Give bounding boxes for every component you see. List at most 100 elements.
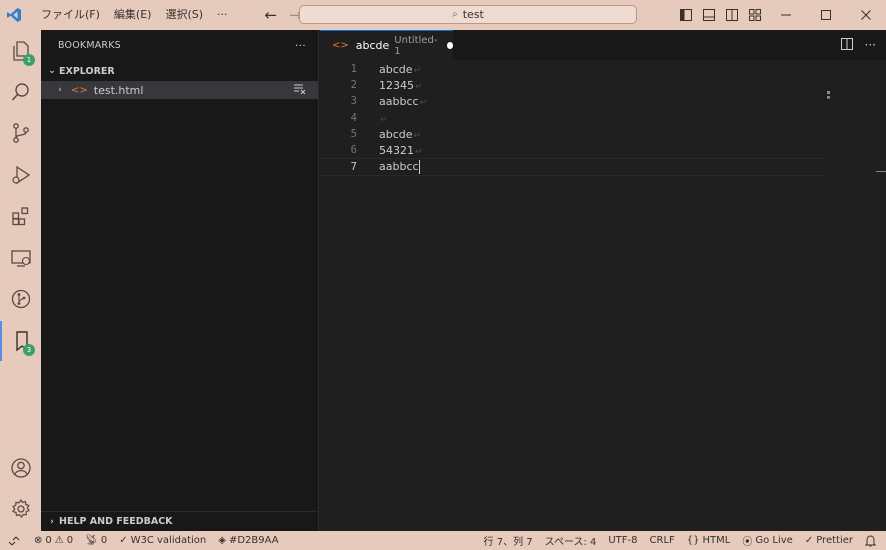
line-text: aabbcc↵ — [379, 94, 428, 108]
code-editor[interactable]: 1 abcde↵ 2 12345↵ 3 aabbcc↵ 4 ↵ 5 abcde↵… — [320, 60, 886, 531]
line-number: 2 — [350, 79, 357, 91]
color-value: #D2B9AA — [228, 535, 279, 546]
extensions-icon[interactable] — [0, 196, 41, 236]
account-icon[interactable] — [0, 448, 41, 488]
sidebar-more-button[interactable]: ··· — [295, 39, 306, 52]
go-live-button[interactable]: ⦿ Go Live — [736, 533, 798, 548]
color-indicator[interactable]: ◈ #D2B9AA — [212, 535, 284, 546]
code-line: 2 12345↵ — [320, 77, 824, 93]
encoding[interactable]: UTF-8 — [602, 535, 643, 546]
maximize-icon[interactable] — [806, 0, 846, 30]
code-line: 3 aabbcc↵ — [320, 93, 824, 109]
bookmarks-icon[interactable]: 3 — [0, 321, 41, 361]
go-live-label: Go Live — [755, 535, 793, 546]
bookmarks-badge: 3 — [23, 344, 35, 356]
cursor-position[interactable]: 行 7、列 7 — [478, 533, 539, 548]
unsaved-dot-icon[interactable] — [446, 42, 453, 49]
tab-label: abcde — [355, 39, 390, 52]
prettier-button[interactable]: ✓ Prettier — [799, 535, 859, 546]
settings-gear-icon[interactable] — [0, 489, 41, 529]
sidebar: BOOKMARKS ··· ⌄ EXPLORER › <> test.html … — [41, 30, 319, 531]
toggle-primary-sidebar-icon[interactable] — [674, 0, 697, 30]
line-number: 5 — [350, 128, 357, 140]
more-actions-icon[interactable]: ··· — [865, 38, 876, 52]
ports-count: 0 — [100, 535, 108, 546]
line-text: aabbcc — [379, 160, 420, 174]
explorer-section-header[interactable]: ⌄ EXPLORER — [41, 61, 318, 81]
help-feedback-section-header[interactable]: › HELP AND FEEDBACK — [41, 511, 319, 531]
warning-icon: ⚠ — [54, 535, 64, 546]
broadcast-icon: 📡︎ — [85, 535, 98, 546]
line-ending[interactable]: CRLF — [644, 535, 681, 546]
vscode-window: ファイル(F) 編集(E) 選択(S) ··· ← → ⌕ test 1 3 B… — [0, 0, 886, 550]
code-line: 1 abcde↵ — [320, 61, 824, 77]
run-debug-icon[interactable] — [0, 155, 41, 195]
editor-group: <> abcde Untitled-1 ··· 1 abcde↵ 2 12345… — [320, 30, 886, 531]
line-text: ↵ — [380, 114, 388, 125]
source-control-icon[interactable] — [0, 113, 41, 153]
split-editor-icon[interactable] — [840, 37, 853, 53]
tab-description: Untitled-1 — [394, 34, 438, 57]
line-number: 3 — [350, 95, 357, 107]
chevron-right-icon: › — [58, 85, 62, 95]
search-icon[interactable] — [0, 72, 41, 112]
menu-more[interactable]: ··· — [210, 0, 235, 30]
chevron-down-icon: ⌄ — [48, 66, 56, 76]
remote-indicator-icon[interactable] — [0, 531, 28, 550]
vscode-logo-icon — [0, 0, 28, 30]
title-bar-controls — [674, 0, 886, 30]
help-feedback-label: HELP AND FEEDBACK — [59, 516, 173, 527]
command-center-search[interactable]: ⌕ test — [299, 5, 637, 24]
search-text: test — [462, 8, 484, 21]
line-number: 1 — [350, 63, 357, 75]
nav-buttons: ← → — [265, 6, 302, 24]
minimize-icon[interactable] — [766, 0, 806, 30]
toggle-secondary-sidebar-icon[interactable] — [720, 0, 743, 30]
sidebar-title: BOOKMARKS — [58, 39, 121, 51]
w3c-validation-item[interactable]: ✓ W3C validation — [113, 535, 212, 546]
html-file-icon: <> — [332, 40, 349, 51]
status-bar-right: 行 7、列 7 スペース: 4 UTF-8 CRLF {} HTML ⦿ Go … — [478, 531, 882, 550]
paint-bucket-icon: ◈ — [218, 535, 226, 546]
ports-indicator[interactable]: 📡︎ 0 — [79, 535, 113, 546]
warning-count: 0 — [66, 535, 74, 546]
problems-indicator[interactable]: ⊗ 0 ⚠ 0 — [28, 535, 79, 546]
back-arrow-icon[interactable]: ← — [265, 6, 278, 24]
scrollbar-cursor-marker[interactable] — [876, 171, 886, 172]
tab-untitled-1[interactable]: <> abcde Untitled-1 — [320, 30, 453, 60]
bookmark-file-name: test.html — [93, 83, 144, 97]
status-bar: ⊗ 0 ⚠ 0 📡︎ 0 ✓ W3C validation ◈ #D2B9AA … — [0, 531, 886, 550]
bookmark-file-item[interactable]: › <> test.html — [41, 81, 318, 99]
customize-layout-icon[interactable] — [743, 0, 766, 30]
w3c-label: W3C validation — [130, 535, 207, 546]
menu-selection[interactable]: 選択(S) — [158, 0, 210, 30]
indentation[interactable]: スペース: 4 — [539, 533, 603, 548]
line-text: 12345↵ — [379, 78, 423, 92]
braces-icon: {} — [686, 535, 700, 546]
error-count: 0 — [45, 535, 52, 546]
git-graph-icon[interactable] — [0, 279, 41, 319]
clear-bookmarks-icon[interactable] — [294, 84, 306, 97]
code-line: 6 54321↵ — [320, 142, 824, 158]
menu-file[interactable]: ファイル(F) — [34, 0, 107, 30]
editor-actions: ··· — [840, 30, 876, 60]
chevron-right-icon: › — [50, 516, 54, 527]
close-icon[interactable] — [846, 0, 886, 30]
remote-explorer-icon[interactable] — [0, 238, 41, 278]
prettier-label: Prettier — [816, 535, 853, 546]
line-number: 4 — [350, 112, 357, 124]
menu-bar: ファイル(F) 編集(E) 選択(S) ··· — [34, 0, 235, 30]
explorer-icon[interactable]: 1 — [0, 31, 41, 71]
language-label: HTML — [702, 535, 731, 546]
explorer-section-label: EXPLORER — [59, 65, 115, 77]
title-bar: ファイル(F) 編集(E) 選択(S) ··· ← → ⌕ test — [0, 0, 886, 30]
activity-bar: 1 3 — [0, 30, 41, 531]
menu-edit[interactable]: 編集(E) — [107, 0, 159, 30]
line-number: 7 — [350, 161, 357, 173]
sidebar-header: BOOKMARKS ··· — [41, 30, 318, 60]
code-line: 4 ↵ — [320, 110, 824, 126]
toggle-panel-icon[interactable] — [697, 0, 720, 30]
language-mode[interactable]: {} HTML — [681, 535, 737, 546]
minimap[interactable] — [827, 91, 830, 99]
notifications-bell-icon[interactable] — [859, 534, 882, 547]
